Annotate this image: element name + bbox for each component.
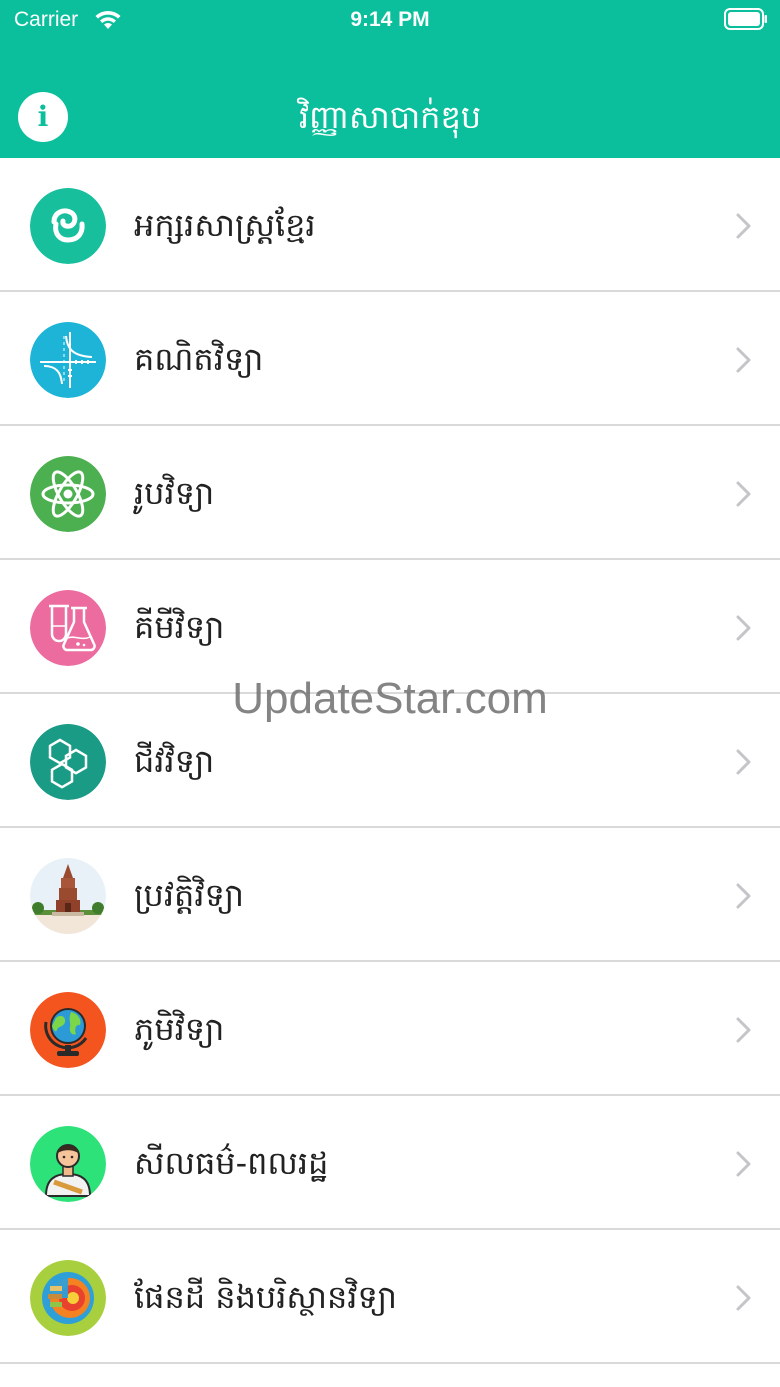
chevron-right-icon <box>736 883 751 909</box>
subject-row[interactable]: គណិតវិទ្យា <box>0 292 780 426</box>
subject-label: គណិតវិទ្យា <box>134 340 264 378</box>
math-graph-icon <box>30 322 106 398</box>
chevron-right-icon <box>736 1017 751 1043</box>
subject-row[interactable]: សីលធម៌-ពលរដ្ឋ <box>0 1096 780 1230</box>
subject-label: អក្សរសាស្ត្រខ្មែរ <box>134 206 316 244</box>
chevron-right-icon <box>736 1151 751 1177</box>
subject-row[interactable]: ភូមិវិទ្យា <box>0 962 780 1096</box>
molecule-icon <box>30 724 106 800</box>
subject-label: ផែនដី និងបរិស្ថានវិទ្យា <box>134 1278 397 1316</box>
subject-row[interactable]: រូបវិទ្យា <box>0 426 780 560</box>
subject-list: អក្សរសាស្ត្រខ្មែរ គណិតវិទ្យា រូបវិទ្យា គ… <box>0 158 780 1364</box>
subject-label: ភូមិវិទ្យា <box>134 1010 225 1048</box>
page-title: វិញ្ញាសាបាក់ឌុប <box>298 98 482 136</box>
watermark: UpdateStar.com <box>232 674 548 723</box>
chevron-right-icon <box>736 615 751 641</box>
khmer-letter-icon <box>30 188 106 264</box>
monument-icon <box>30 858 106 934</box>
subject-label: គីមីវិទ្យា <box>134 608 225 646</box>
subject-row[interactable]: ផែនដី និងបរិស្ថានវិទ្យា <box>0 1230 780 1364</box>
subject-label: រូបវិទ្យា <box>134 474 215 512</box>
atom-icon <box>30 456 106 532</box>
citizen-icon <box>30 1126 106 1202</box>
navigation-bar: Carrier 9:14 PM i វិញ្ញាសាបាក់ឌុប <box>0 0 780 158</box>
flask-icon <box>30 590 106 666</box>
subject-label: ប្រវត្តិវិទ្យា <box>134 876 244 914</box>
subject-row[interactable]: ប្រវត្តិវិទ្យា <box>0 828 780 962</box>
chevron-right-icon <box>736 347 751 373</box>
chevron-right-icon <box>736 1285 751 1311</box>
chevron-right-icon <box>736 481 751 507</box>
subject-row[interactable]: អក្សរសាស្ត្រខ្មែរ <box>0 158 780 292</box>
subject-label: ជីវវិទ្យា <box>134 742 215 780</box>
status-bar: Carrier 9:14 PM <box>0 0 780 40</box>
chevron-right-icon <box>736 749 751 775</box>
globe-icon <box>30 992 106 1068</box>
earth-layers-icon <box>30 1260 106 1336</box>
chevron-right-icon <box>736 213 751 239</box>
battery-icon <box>724 8 767 30</box>
subject-label: សីលធម៌-ពលរដ្ឋ <box>134 1144 329 1182</box>
status-time: 9:14 PM <box>350 8 430 31</box>
